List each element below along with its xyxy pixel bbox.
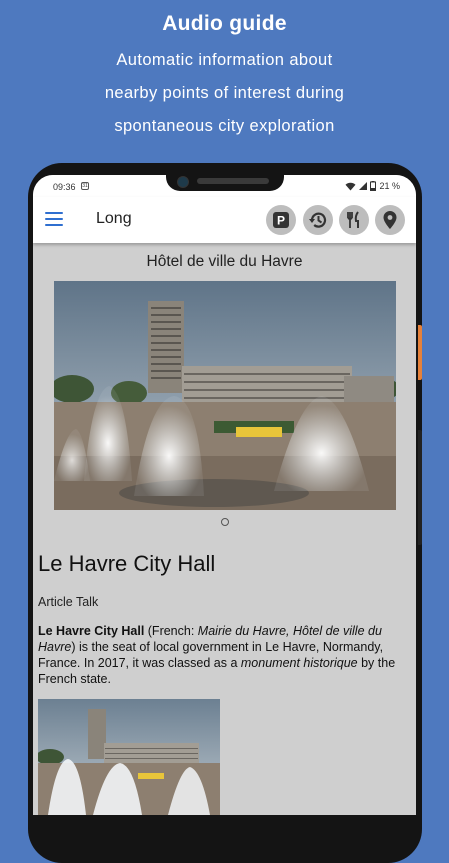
place-title: Hôtel de ville du Havre (146, 253, 303, 270)
article-image[interactable] (38, 699, 220, 815)
promo-line-3: spontaneous city exploration (114, 117, 335, 135)
article-title: Le Havre City Hall (38, 551, 216, 576)
parking-icon: P (273, 212, 289, 228)
front-camera (177, 176, 189, 188)
history-icon (309, 212, 327, 228)
calendar-notification-icon: 31 (81, 182, 89, 190)
volume-button (418, 325, 422, 380)
restaurant-icon (347, 211, 359, 228)
earpiece-speaker (197, 178, 269, 184)
carousel-indicator[interactable] (221, 518, 229, 526)
signal-icon (359, 182, 368, 190)
place-photo[interactable] (54, 281, 396, 510)
article-paragraph: Le Havre City Hall (French: Mairie du Ha… (38, 624, 396, 686)
restaurant-button[interactable] (339, 205, 369, 235)
status-time: 09:36 (53, 182, 76, 192)
promo-title: Audio guide (162, 12, 287, 35)
status-icons: 21 % (345, 181, 400, 191)
promo-line-2: nearby points of interest during (104, 84, 345, 102)
article-tabs[interactable]: Article Talk (38, 595, 98, 609)
article-subject: Le Havre City Hall (38, 624, 145, 638)
location-button[interactable] (375, 205, 405, 235)
history-button[interactable] (303, 205, 333, 235)
wifi-icon (345, 182, 356, 190)
battery-percent: 21 % (379, 181, 400, 191)
svg-text:P: P (277, 214, 285, 228)
app-bar: Long P (33, 197, 416, 243)
phone-screen: 09:36 31 21 % Long P Hôtel de ville du H… (33, 175, 416, 815)
power-button (418, 430, 422, 545)
battery-icon (370, 181, 377, 191)
city-hall-photo (54, 281, 396, 510)
parking-button[interactable]: P (266, 205, 296, 235)
app-title: Long (96, 210, 132, 227)
location-pin-icon (383, 211, 397, 229)
city-hall-thumbnail (38, 699, 220, 815)
promo-line-1: Automatic information about (116, 51, 333, 69)
menu-icon[interactable] (45, 212, 63, 226)
main-content: Hôtel de ville du Havre Le Havre City Ha… (33, 243, 416, 815)
status-bar: 09:36 31 21 % (33, 175, 416, 197)
